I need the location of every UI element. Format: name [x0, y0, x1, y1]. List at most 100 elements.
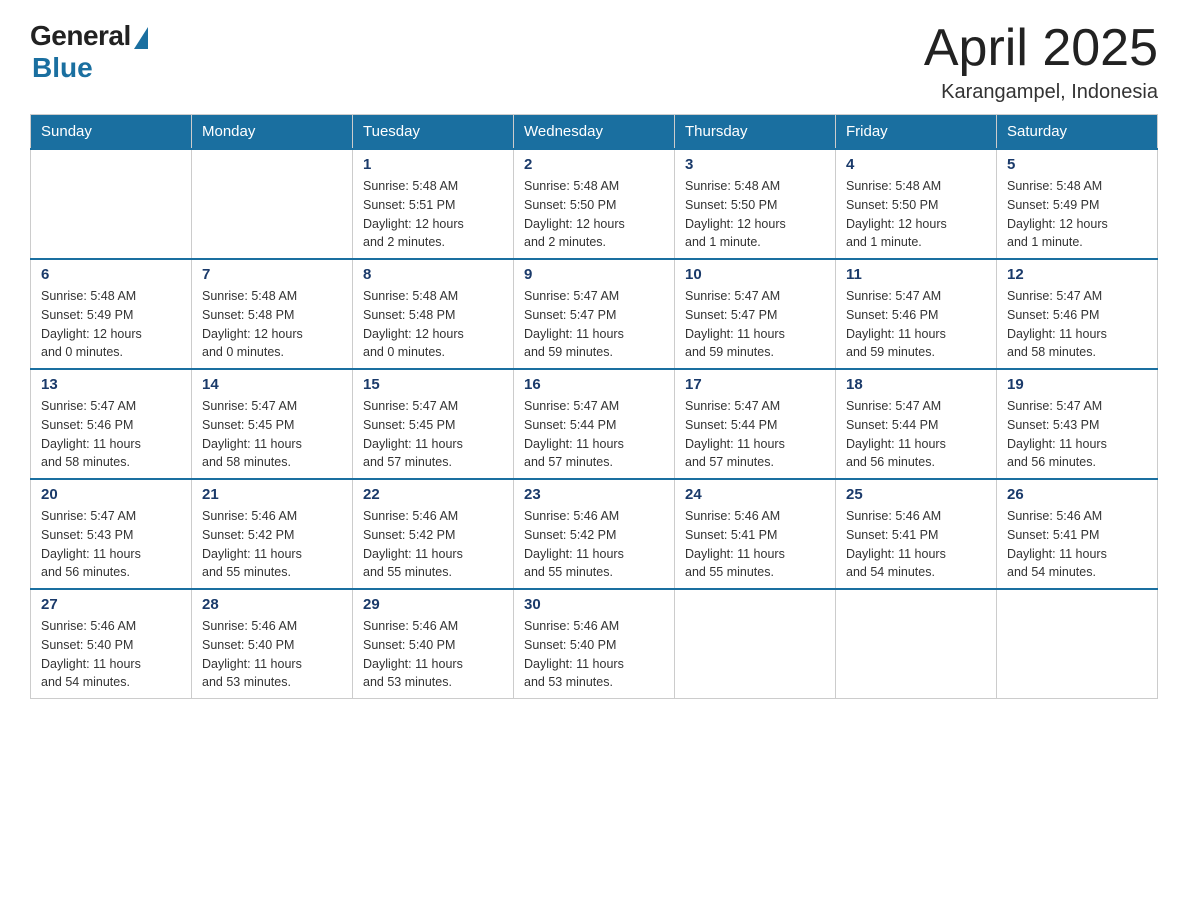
- day-info: Sunrise: 5:48 AMSunset: 5:49 PMDaylight:…: [41, 287, 181, 362]
- day-number: 15: [363, 376, 503, 393]
- calendar-cell: 22Sunrise: 5:46 AMSunset: 5:42 PMDayligh…: [353, 479, 514, 589]
- day-number: 10: [685, 266, 825, 283]
- day-number: 6: [41, 266, 181, 283]
- day-number: 26: [1007, 486, 1147, 503]
- calendar-cell: 14Sunrise: 5:47 AMSunset: 5:45 PMDayligh…: [192, 369, 353, 479]
- day-number: 2: [524, 156, 664, 173]
- week-row-3: 13 Sunrise: 5:47 AMSunset: 5:46 PMDayligh…: [31, 369, 1158, 479]
- day-info: Sunrise: 5:47 AMSunset: 5:43 PMDaylight:…: [1007, 397, 1147, 472]
- day-info: Sunrise: 5:47 AMSunset: 5:47 PMDaylight:…: [685, 287, 825, 362]
- day-number: 24: [685, 486, 825, 503]
- calendar-table: SundayMondayTuesdayWednesdayThursdayFrid…: [30, 114, 1158, 699]
- calendar-cell: 24 Sunrise: 5:46 AMSunset: 5:41 PMDayligh…: [675, 479, 836, 589]
- month-title: April 2025: [924, 20, 1158, 77]
- day-number: 13: [41, 376, 181, 393]
- logo-general-text: General: [30, 20, 131, 52]
- calendar-cell: 10 Sunrise: 5:47 AMSunset: 5:47 PMDayligh…: [675, 259, 836, 369]
- day-number: 20: [41, 486, 181, 503]
- weekday-header-thursday: Thursday: [675, 115, 836, 150]
- calendar-cell: 6 Sunrise: 5:48 AMSunset: 5:49 PMDaylight…: [31, 259, 192, 369]
- calendar-cell: 23Sunrise: 5:46 AMSunset: 5:42 PMDayligh…: [514, 479, 675, 589]
- day-info: Sunrise: 5:47 AMSunset: 5:46 PMDaylight:…: [846, 287, 986, 362]
- day-info: Sunrise: 5:48 AMSunset: 5:48 PMDaylight:…: [202, 287, 342, 362]
- day-info: Sunrise: 5:46 AMSunset: 5:42 PMDaylight:…: [202, 507, 342, 582]
- day-number: 8: [363, 266, 503, 283]
- calendar-cell: 20 Sunrise: 5:47 AMSunset: 5:43 PMDayligh…: [31, 479, 192, 589]
- calendar-cell: 9 Sunrise: 5:47 AMSunset: 5:47 PMDaylight…: [514, 259, 675, 369]
- day-number: 25: [846, 486, 986, 503]
- day-info: Sunrise: 5:48 AMSunset: 5:48 PMDaylight:…: [363, 287, 503, 362]
- day-number: 28: [202, 596, 342, 613]
- logo-blue-text: Blue: [32, 52, 93, 84]
- logo: General Blue: [30, 20, 148, 84]
- calendar-cell: 4 Sunrise: 5:48 AMSunset: 5:50 PMDaylight…: [836, 149, 997, 259]
- day-info: Sunrise: 5:46 AMSunset: 5:40 PMDaylight:…: [41, 617, 181, 692]
- day-info: Sunrise: 5:47 AMSunset: 5:44 PMDaylight:…: [846, 397, 986, 472]
- day-info: Sunrise: 5:48 AMSunset: 5:50 PMDaylight:…: [685, 177, 825, 252]
- day-number: 22: [363, 486, 503, 503]
- calendar-cell: 17 Sunrise: 5:47 AMSunset: 5:44 PMDayligh…: [675, 369, 836, 479]
- calendar-cell: 12 Sunrise: 5:47 AMSunset: 5:46 PMDayligh…: [997, 259, 1158, 369]
- day-number: 3: [685, 156, 825, 173]
- weekday-header-sunday: Sunday: [31, 115, 192, 150]
- week-row-4: 20 Sunrise: 5:47 AMSunset: 5:43 PMDayligh…: [31, 479, 1158, 589]
- calendar-cell: [997, 589, 1158, 699]
- day-number: 5: [1007, 156, 1147, 173]
- calendar-cell: 25Sunrise: 5:46 AMSunset: 5:41 PMDayligh…: [836, 479, 997, 589]
- weekday-header-saturday: Saturday: [997, 115, 1158, 150]
- calendar-cell: 2 Sunrise: 5:48 AMSunset: 5:50 PMDaylight…: [514, 149, 675, 259]
- day-number: 12: [1007, 266, 1147, 283]
- week-row-2: 6 Sunrise: 5:48 AMSunset: 5:49 PMDaylight…: [31, 259, 1158, 369]
- day-number: 29: [363, 596, 503, 613]
- day-number: 4: [846, 156, 986, 173]
- calendar-cell: 16Sunrise: 5:47 AMSunset: 5:44 PMDayligh…: [514, 369, 675, 479]
- day-info: Sunrise: 5:47 AMSunset: 5:45 PMDaylight:…: [363, 397, 503, 472]
- calendar-cell: 29Sunrise: 5:46 AMSunset: 5:40 PMDayligh…: [353, 589, 514, 699]
- day-number: 16: [524, 376, 664, 393]
- day-info: Sunrise: 5:46 AMSunset: 5:40 PMDaylight:…: [524, 617, 664, 692]
- week-row-1: 1Sunrise: 5:48 AMSunset: 5:51 PMDaylight…: [31, 149, 1158, 259]
- page-header: General Blue April 2025 Karangampel, Ind…: [30, 20, 1158, 104]
- weekday-header-friday: Friday: [836, 115, 997, 150]
- calendar-cell: 3 Sunrise: 5:48 AMSunset: 5:50 PMDaylight…: [675, 149, 836, 259]
- day-info: Sunrise: 5:47 AMSunset: 5:46 PMDaylight:…: [41, 397, 181, 472]
- calendar-cell: 7Sunrise: 5:48 AMSunset: 5:48 PMDaylight…: [192, 259, 353, 369]
- day-info: Sunrise: 5:47 AMSunset: 5:44 PMDaylight:…: [685, 397, 825, 472]
- weekday-header-monday: Monday: [192, 115, 353, 150]
- calendar-cell: [675, 589, 836, 699]
- day-info: Sunrise: 5:46 AMSunset: 5:40 PMDaylight:…: [202, 617, 342, 692]
- day-info: Sunrise: 5:47 AMSunset: 5:43 PMDaylight:…: [41, 507, 181, 582]
- day-info: Sunrise: 5:48 AMSunset: 5:50 PMDaylight:…: [846, 177, 986, 252]
- day-info: Sunrise: 5:47 AMSunset: 5:47 PMDaylight:…: [524, 287, 664, 362]
- day-info: Sunrise: 5:48 AMSunset: 5:49 PMDaylight:…: [1007, 177, 1147, 252]
- day-number: 9: [524, 266, 664, 283]
- day-number: 17: [685, 376, 825, 393]
- day-info: Sunrise: 5:46 AMSunset: 5:41 PMDaylight:…: [685, 507, 825, 582]
- day-number: 23: [524, 486, 664, 503]
- day-info: Sunrise: 5:47 AMSunset: 5:46 PMDaylight:…: [1007, 287, 1147, 362]
- day-number: 21: [202, 486, 342, 503]
- title-block: April 2025 Karangampel, Indonesia: [924, 20, 1158, 104]
- calendar-cell: 11Sunrise: 5:47 AMSunset: 5:46 PMDayligh…: [836, 259, 997, 369]
- week-row-5: 27 Sunrise: 5:46 AMSunset: 5:40 PMDayligh…: [31, 589, 1158, 699]
- day-info: Sunrise: 5:46 AMSunset: 5:41 PMDaylight:…: [1007, 507, 1147, 582]
- day-number: 19: [1007, 376, 1147, 393]
- calendar-cell: 5 Sunrise: 5:48 AMSunset: 5:49 PMDaylight…: [997, 149, 1158, 259]
- day-info: Sunrise: 5:48 AMSunset: 5:50 PMDaylight:…: [524, 177, 664, 252]
- calendar-cell: [192, 149, 353, 259]
- day-number: 27: [41, 596, 181, 613]
- calendar-cell: 18Sunrise: 5:47 AMSunset: 5:44 PMDayligh…: [836, 369, 997, 479]
- weekday-header-tuesday: Tuesday: [353, 115, 514, 150]
- weekday-header-wednesday: Wednesday: [514, 115, 675, 150]
- day-number: 30: [524, 596, 664, 613]
- location-text: Karangampel, Indonesia: [924, 81, 1158, 104]
- calendar-cell: 26 Sunrise: 5:46 AMSunset: 5:41 PMDayligh…: [997, 479, 1158, 589]
- day-info: Sunrise: 5:48 AMSunset: 5:51 PMDaylight:…: [363, 177, 503, 252]
- calendar-cell: 13 Sunrise: 5:47 AMSunset: 5:46 PMDayligh…: [31, 369, 192, 479]
- calendar-cell: [31, 149, 192, 259]
- calendar-cell: 30 Sunrise: 5:46 AMSunset: 5:40 PMDayligh…: [514, 589, 675, 699]
- calendar-cell: 27 Sunrise: 5:46 AMSunset: 5:40 PMDayligh…: [31, 589, 192, 699]
- calendar-cell: 15 Sunrise: 5:47 AMSunset: 5:45 PMDayligh…: [353, 369, 514, 479]
- calendar-cell: 28 Sunrise: 5:46 AMSunset: 5:40 PMDayligh…: [192, 589, 353, 699]
- day-info: Sunrise: 5:47 AMSunset: 5:45 PMDaylight:…: [202, 397, 342, 472]
